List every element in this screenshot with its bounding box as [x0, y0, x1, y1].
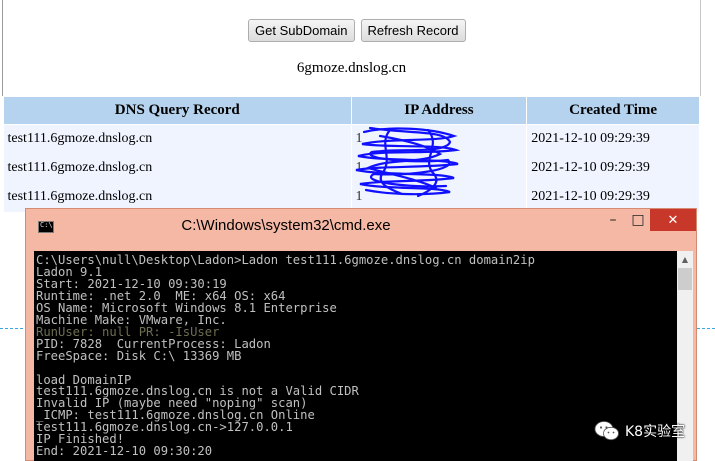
record-cell: test111.6gmoze.dnslog.cn [3, 124, 352, 154]
subdomain-text: 6gmoze.dnslog.cn [296, 60, 407, 76]
watermark-text: K8实验室 [625, 424, 686, 440]
cmd-window-title: C:\Windows\system32\cmd.exe [181, 217, 391, 234]
wechat-icon [594, 421, 619, 441]
time-cell: 2021-12-10 09:29:39 [526, 124, 700, 154]
scroll-up-arrow-icon[interactable]: ▲ [677, 251, 693, 267]
column-header-created-time: Created Time [526, 96, 700, 125]
console-text: C:\Users\null\Desktop\Ladon>Ladon test11… [34, 251, 677, 458]
page-border [2, 0, 3, 96]
console-line: C:\Users\null\Desktop\Ladon>Ladon test11… [36, 253, 535, 267]
console-line: End: 2021-12-10 09:30:20 [36, 444, 213, 459]
table-header-row: DNS Query Record IP Address Created Time [3, 96, 700, 125]
time-cell: 2021-12-10 09:29:39 [526, 153, 700, 183]
scroll-thumb[interactable] [678, 268, 692, 290]
column-header-dns-record: DNS Query Record [3, 96, 352, 125]
maximize-button[interactable]: □ [626, 209, 650, 231]
close-button[interactable]: ✕ [650, 209, 696, 231]
toolbar: Get SubDomain Refresh Record [248, 19, 466, 42]
refresh-record-button[interactable]: Refresh Record [360, 19, 466, 42]
watermark: K8实验室 [594, 420, 685, 442]
record-cell: test111.6gmoze.dnslog.cn [3, 153, 352, 183]
get-subdomain-button[interactable]: Get SubDomain [248, 19, 355, 42]
minimize-button[interactable]: – [601, 209, 625, 231]
column-header-ip-address: IP Address [350, 96, 528, 125]
cmd-titlebar[interactable]: C:\Windows\system32\cmd.exe – □ ✕ [26, 209, 696, 245]
console-line: FreeSpace: Disk C:\ 13369 MB [36, 348, 242, 363]
console-output[interactable]: C:\Users\null\Desktop\Ladon>Ladon test11… [34, 251, 677, 461]
ip-redaction-scribble [355, 126, 461, 198]
page-border [700, 0, 701, 96]
